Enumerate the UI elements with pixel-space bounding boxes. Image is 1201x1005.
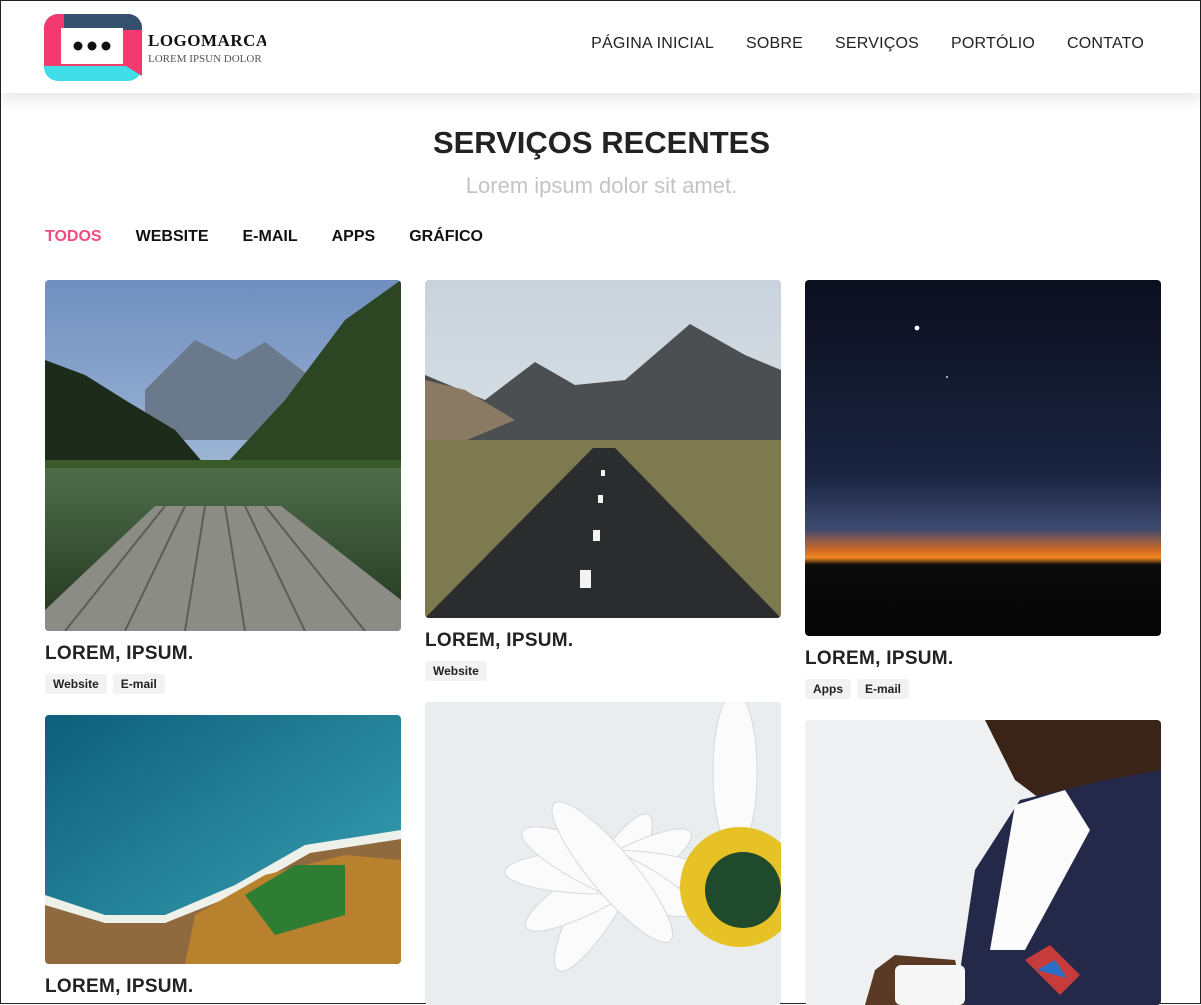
logo-title[interactable]: LOGOMARCA [148, 31, 266, 51]
card-tags: Website [425, 661, 781, 681]
card-tags: Apps E-mail [805, 679, 1161, 699]
nav-contact[interactable]: CONTATO [1067, 35, 1144, 53]
tag-website[interactable]: Website [425, 661, 487, 681]
filter-graphic[interactable]: GRÁFICO [409, 228, 483, 246]
nav-home[interactable]: PÁGINA INICIAL [591, 35, 714, 53]
tag-apps[interactable]: Apps [805, 679, 851, 699]
night-sky-image[interactable] [805, 280, 1161, 636]
portfolio-card[interactable]: LOREM, IPSUM. Website E-mail [45, 280, 401, 694]
logo-chat-icon[interactable] [44, 14, 142, 81]
filter-apps[interactable]: APPS [332, 228, 376, 246]
nav-portfolio[interactable]: PORTÓLIO [951, 35, 1035, 53]
card-title[interactable]: LOREM, IPSUM. [425, 630, 781, 652]
portfolio-card[interactable] [425, 702, 781, 1005]
section-subtitle: Lorem ipsum dolor sit amet. [465, 173, 738, 198]
card-title[interactable]: LOREM, IPSUM. [805, 648, 1161, 670]
man-suit-coffee-image[interactable] [805, 720, 1161, 1005]
site-header: LOGOMARCA LOREM IPSUN DOLOR PÁGINA INICI… [1, 1, 1200, 93]
portfolio-card[interactable] [805, 720, 1161, 1005]
filter-website[interactable]: WEBSITE [136, 228, 209, 246]
card-title[interactable]: LOREM, IPSUM. [45, 976, 401, 998]
filter-email[interactable]: E-MAIL [243, 228, 298, 246]
nav-about[interactable]: SOBRE [746, 35, 803, 53]
main-nav: PÁGINA INICIAL SOBRE SERVIÇOS PORTÓLIO C… [591, 35, 1144, 53]
portfolio-card[interactable]: LOREM, IPSUM. [45, 715, 401, 998]
logo-subtitle: LOREM IPSUN DOLOR [148, 53, 262, 65]
section-title: SERVIÇOS RECENTES [432, 125, 771, 160]
tag-email[interactable]: E-mail [857, 679, 910, 699]
lake-dock-image[interactable] [45, 280, 401, 631]
card-title[interactable]: LOREM, IPSUM. [45, 643, 401, 665]
tag-email[interactable]: E-mail [112, 674, 165, 694]
white-daisy-image[interactable] [425, 702, 781, 1005]
aerial-coast-image[interactable] [45, 715, 401, 964]
portfolio-card[interactable]: LOREM, IPSUM. Apps E-mail [805, 280, 1161, 699]
tag-website[interactable]: Website [45, 674, 107, 694]
road-mountains-image[interactable] [425, 280, 781, 618]
filter-bar: TODOS WEBSITE E-MAIL APPS GRÁFICO [45, 228, 483, 246]
filter-all[interactable]: TODOS [45, 228, 102, 246]
card-tags: Website E-mail [45, 674, 401, 694]
nav-services[interactable]: SERVIÇOS [835, 35, 919, 53]
portfolio-card[interactable]: LOREM, IPSUM. Website [425, 280, 781, 681]
